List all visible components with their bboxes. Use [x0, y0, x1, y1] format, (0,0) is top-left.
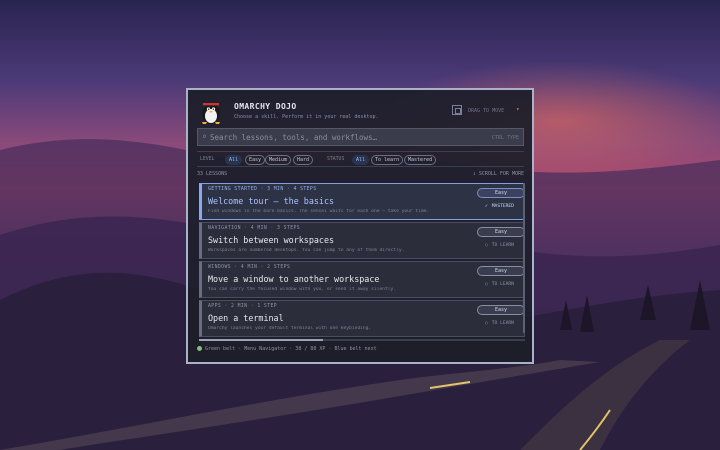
- penguin-mascot-icon: [202, 103, 220, 124]
- lesson-status: ○ TO LEARN: [485, 243, 514, 248]
- status-chip-mastered[interactable]: Mastered: [404, 155, 437, 165]
- lesson-meta: GETTING STARTED · 3 MIN · 4 STEPS: [208, 187, 317, 192]
- lesson-description: Find windows in the bare basics. The sen…: [208, 209, 430, 214]
- drag-label[interactable]: DRAG TO MOVE: [468, 108, 504, 114]
- lesson-title: Open a terminal: [208, 313, 284, 323]
- xp-progress-fill: [199, 339, 323, 341]
- chevron-down-icon[interactable]: ▾: [516, 106, 520, 113]
- search-placeholder: Search lessons, tools, and workflows…: [210, 133, 378, 142]
- lesson-card[interactable]: APPS · 2 MIN · 1 STEP Open a terminal Om…: [199, 300, 525, 337]
- belt-dot-icon: [197, 346, 202, 351]
- lesson-meta: NAVIGATION · 4 MIN · 3 STEPS: [208, 226, 301, 231]
- list-scrollbar[interactable]: [523, 183, 525, 333]
- level-chip-medium[interactable]: Medium: [265, 155, 292, 165]
- panel-header: OMARCHY DOJO Choose a skill. Perform it …: [198, 98, 524, 126]
- scroll-hint-label: SCROLL FOR MORE: [478, 171, 524, 177]
- circle-icon: ○: [485, 243, 488, 248]
- lesson-status-label: TO LEARN: [491, 243, 514, 248]
- lesson-card[interactable]: GETTING STARTED · 3 MIN · 4 STEPS Welcom…: [199, 183, 525, 220]
- status-chip-to-learn[interactable]: To learn: [371, 155, 404, 165]
- lesson-card[interactable]: NAVIGATION · 4 MIN · 3 STEPS Switch betw…: [199, 222, 525, 259]
- search-icon: ⌕: [202, 132, 207, 141]
- status-chip-all[interactable]: All: [352, 155, 370, 165]
- dojo-panel: OMARCHY DOJO Choose a skill. Perform it …: [186, 88, 534, 364]
- level-chip-hard[interactable]: Hard: [293, 155, 314, 165]
- circle-icon: ○: [485, 321, 488, 326]
- lesson-status: ○ TO LEARN: [485, 321, 514, 326]
- lesson-card[interactable]: WINDOWS · 4 MIN · 2 STEPS Move a window …: [199, 261, 525, 298]
- lesson-description: Workspaces are numbered desktops. You ca…: [208, 248, 405, 253]
- scroll-hint: ⇕ SCROLL FOR MORE: [472, 171, 524, 177]
- search-shortcut: CTRL TYPE: [491, 135, 519, 141]
- lesson-count: 33 LESSONS: [197, 171, 228, 177]
- check-icon: ✓: [485, 204, 488, 209]
- app-subtitle: Choose a skill. Perform it in your real …: [234, 114, 379, 120]
- difficulty-badge: Easy: [477, 305, 525, 315]
- difficulty-badge: Easy: [477, 227, 525, 237]
- app-title: OMARCHY DOJO: [234, 102, 297, 111]
- search-input[interactable]: ⌕ Search lessons, tools, and workflows… …: [197, 128, 524, 146]
- lesson-title: Move a window to another workspace: [208, 274, 380, 284]
- lesson-status-label: TO LEARN: [491, 282, 514, 287]
- list-header: 33 LESSONS ⇕ SCROLL FOR MORE: [197, 171, 524, 179]
- lesson-status-label: MASTERED: [491, 204, 514, 209]
- lesson-meta: APPS · 2 MIN · 1 STEP: [208, 304, 278, 309]
- lesson-title: Welcome tour — the basics: [208, 196, 335, 206]
- xp-progress-bar: [199, 339, 525, 341]
- lesson-status: ○ TO LEARN: [485, 282, 514, 287]
- lesson-description: You can carry the focused window with yo…: [208, 287, 397, 292]
- level-chip-all[interactable]: All: [225, 155, 243, 165]
- level-filter-label: LEVEL: [200, 157, 215, 162]
- lesson-meta: WINDOWS · 4 MIN · 2 STEPS: [208, 265, 291, 270]
- lesson-title: Switch between workspaces: [208, 235, 335, 245]
- level-chip-easy[interactable]: Easy: [245, 155, 266, 165]
- filter-bar: LEVEL All Easy Medium Hard STATUS All To…: [197, 151, 524, 167]
- lesson-status-label: TO LEARN: [491, 321, 514, 326]
- status-filter-label: STATUS: [327, 157, 345, 162]
- lesson-description: Omarchy launches your default terminal w…: [208, 326, 372, 331]
- belt-status: Green belt · Menu Navigator · 38 / 88 XP…: [197, 346, 377, 352]
- difficulty-badge: Easy: [477, 266, 525, 276]
- circle-icon: ○: [485, 282, 488, 287]
- difficulty-badge: Easy: [477, 188, 525, 198]
- belt-status-text: Green belt · Menu Navigator · 38 / 88 XP…: [205, 346, 377, 352]
- lesson-status: ✓ MASTERED: [485, 204, 514, 209]
- drag-handle-icon[interactable]: [452, 105, 462, 115]
